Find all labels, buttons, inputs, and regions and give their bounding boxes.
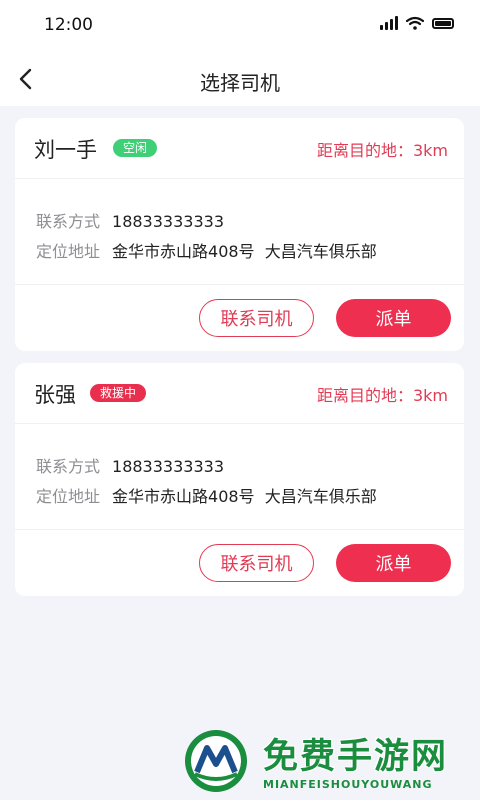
contact-label: 联系方式 [36,457,101,476]
watermark-title: 免费手游网 [263,737,449,777]
phone-number: 18833333333 [112,212,224,231]
driver-card-body: 联系方式 18833333333 定位地址 金华市赤山路408号 大昌汽车俱乐部 [15,424,464,530]
driver-card: 刘一手 空闲 距离目的地：3km 联系方式 18833333333 定位地址 金华市… [15,118,464,351]
driver-name: 张强 [34,383,76,407]
nav-bar: 选择司机 [0,52,480,106]
contact-driver-button[interactable]: 联系司机 [199,544,314,582]
battery-icon [432,17,454,29]
address-value: 金华市赤山路408号 大昌汽车俱乐部 [112,487,377,506]
status-icons [380,16,454,30]
dispatch-button[interactable]: 派单 [336,299,451,337]
phone-number: 18833333333 [112,457,224,476]
driver-card-header: 张强 救援中 距离目的地：3km [15,363,464,424]
signal-icon [380,16,398,30]
driver-card-body: 联系方式 18833333333 定位地址 金华市赤山路408号 大昌汽车俱乐部 [15,179,464,285]
address-label: 定位地址 [36,487,101,506]
driver-card: 张强 救援中 距离目的地：3km 联系方式 18833333333 定位地址 金华市… [15,363,464,596]
distance-label: 距离目的地：3km [316,386,448,405]
wifi-icon [406,16,424,30]
status-badge: 空闲 [113,139,158,157]
driver-card-actions: 联系司机 派单 [15,530,464,596]
status-bar: 12:00 [0,0,480,52]
driver-card-header: 刘一手 空闲 距离目的地：3km [15,118,464,179]
address-value: 金华市赤山路408号 大昌汽车俱乐部 [112,242,377,261]
driver-name: 刘一手 [34,138,97,162]
address-row: 定位地址 金华市赤山路408号 大昌汽车俱乐部 [36,238,377,262]
driver-card-actions: 联系司机 派单 [15,285,464,351]
watermark-subtitle: MIANFEISHOUYOUWANG [263,778,433,791]
address-label: 定位地址 [36,242,101,261]
status-badge: 救援中 [90,384,147,402]
dispatch-button[interactable]: 派单 [336,544,451,582]
contact-driver-button[interactable]: 联系司机 [199,299,314,337]
status-time: 12:00 [44,15,93,35]
page-title: 选择司机 [200,71,280,95]
address-row: 定位地址 金华市赤山路408号 大昌汽车俱乐部 [36,483,377,507]
distance-label: 距离目的地：3km [316,141,448,160]
contact-label: 联系方式 [36,212,101,231]
contact-row: 联系方式 18833333333 [36,453,224,477]
contact-row: 联系方式 18833333333 [36,208,224,232]
watermark-logo-icon [185,730,247,792]
